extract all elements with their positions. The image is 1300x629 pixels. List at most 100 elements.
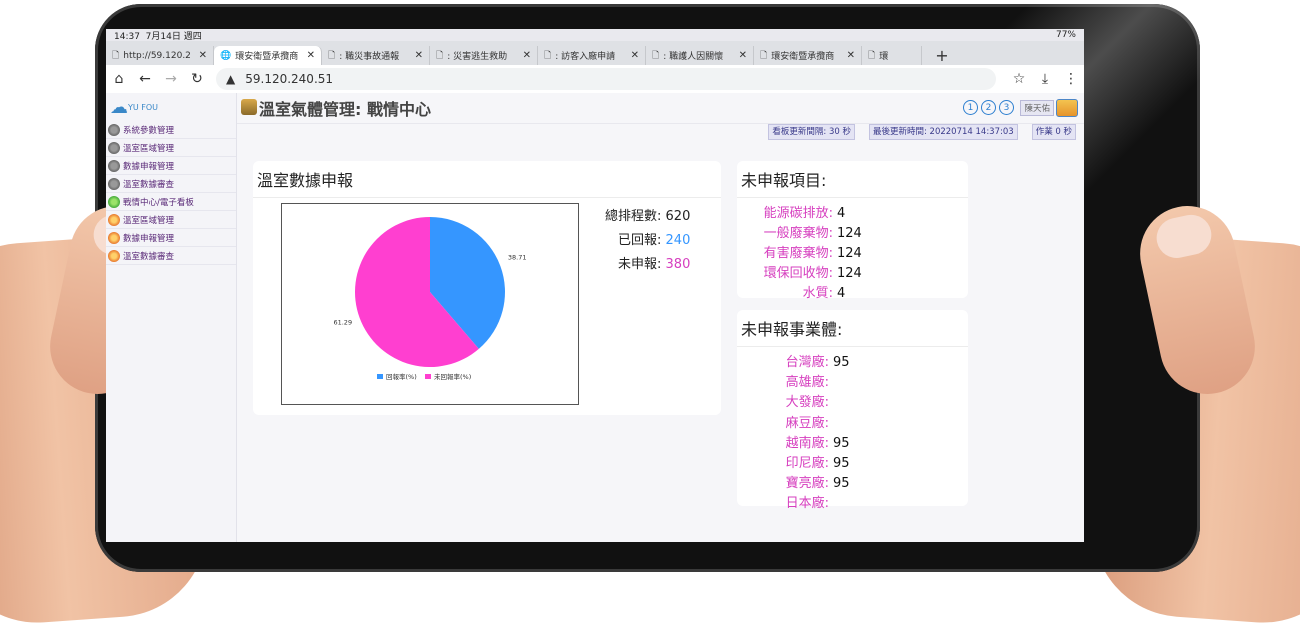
item-value: 4 — [837, 286, 846, 301]
sidebar-item-war-room[interactable]: 戰情中心/電子看板 — [106, 193, 236, 211]
item-label: 環保回收物: — [763, 266, 833, 281]
browser-tab[interactable]: 🗋 http://59.120.2 ✕ — [106, 46, 214, 65]
close-icon[interactable]: ✕ — [523, 50, 531, 61]
page-title: 溫室氣體管理: 戰情中心 — [259, 100, 431, 119]
item-label: 大發廠: — [785, 395, 829, 411]
item-value: 124 — [837, 266, 862, 281]
menu-kebab-icon[interactable]: ⋮ — [1058, 71, 1084, 87]
home-icon[interactable] — [1056, 99, 1078, 117]
user-area: 陳天佑 — [1020, 99, 1078, 117]
sidebar-item-greenhouse-area-2[interactable]: 溫室區域管理 — [106, 211, 236, 229]
page-icon: 🗋 — [112, 50, 120, 61]
browser-tab[interactable]: 🗋 環安衛暨承攬商 ✕ — [754, 46, 862, 65]
main-content: 溫室氣體管理: 戰情中心 1 2 3 陳天佑 看板更新間隔: 30 秒 最後更新… — [237, 93, 1084, 542]
battery-level: 77% — [1055, 30, 1076, 40]
item-label: 麻豆廠: — [785, 415, 829, 431]
list-item: 越南廠: 95 — [745, 434, 960, 454]
item-value: 124 — [837, 246, 862, 261]
pie-data-label: 61.29 — [333, 318, 352, 326]
orange-ball-icon — [108, 213, 120, 226]
close-icon[interactable]: ✕ — [199, 50, 207, 61]
url-field[interactable]: ▲ 59.120.240.51 — [216, 68, 996, 90]
new-tab-button[interactable]: + — [922, 46, 962, 65]
legend-label: 未回報率(%) — [434, 372, 471, 381]
legend-label: 回報率(%) — [386, 372, 417, 381]
globe-icon: 🌐 — [220, 50, 232, 61]
app-area: ☁ YU FOU 系統參數管理 溫室區域管理 數據申報管理 溫室數據審查 戰情中心… — [106, 93, 1084, 542]
sidebar-item-data-report-2[interactable]: 數據申報管理 — [106, 229, 236, 247]
item-label: 台灣廠: — [785, 355, 829, 370]
last-update-time: 最後更新時間: 20220714 14:37:03 — [868, 124, 1018, 140]
pie-data-label: 38.71 — [508, 254, 527, 262]
item-label: 水質: — [802, 286, 833, 301]
list-item: 寶亮廠: 95 — [745, 474, 960, 494]
warning-icon: ▲ — [226, 72, 236, 86]
bookmark-star-icon[interactable]: ☆ — [1006, 71, 1032, 87]
orange-ball-icon — [108, 231, 120, 244]
browser-tab[interactable]: 🗋 環 — [862, 46, 922, 65]
item-label: 一般廢棄物: — [763, 226, 833, 241]
item-value: 95 — [833, 456, 850, 472]
close-icon[interactable]: ✕ — [631, 50, 639, 61]
list-item: 日本廠: — [745, 494, 960, 514]
item-label: 印尼廠: — [785, 456, 829, 472]
home-button[interactable]: ⌂ — [106, 71, 132, 87]
item-value: 95 — [833, 355, 850, 370]
total-label: 總排程數: — [605, 209, 662, 224]
user-name[interactable]: 陳天佑 — [1020, 100, 1054, 116]
reload-button[interactable]: ↻ — [184, 71, 210, 87]
status-date: 7月14日 週四 — [145, 31, 202, 42]
close-icon[interactable]: ✕ — [847, 50, 855, 61]
unreported-label: 未申報: — [618, 257, 662, 272]
status-time: 14:37 — [114, 31, 140, 42]
item-value: 95 — [833, 435, 850, 451]
page-1-button[interactable]: 1 — [963, 100, 978, 115]
forward-button[interactable]: → — [158, 71, 184, 87]
company-logo: ☁ YU FOU — [110, 96, 159, 118]
item-label: 有害廢棄物: — [763, 246, 833, 261]
gear-icon — [108, 159, 120, 172]
page-2-button[interactable]: 2 — [981, 100, 996, 115]
back-button[interactable]: ← — [132, 71, 158, 87]
sidebar: ☁ YU FOU 系統參數管理 溫室區域管理 數據申報管理 溫室數據審查 戰情中心… — [106, 93, 237, 542]
browser-tab[interactable]: 🗋: 職災事故通報 ✕ — [322, 46, 430, 65]
browser-tab[interactable]: 🗋: 災害逃生救助 ✕ — [430, 46, 538, 65]
browser-tab-active[interactable]: 🌐 環安衛暨承攬商 ✕ — [214, 46, 322, 65]
list-item: 印尼廠: 95 — [745, 454, 960, 474]
legend-swatch — [377, 374, 383, 379]
sidebar-item-data-review[interactable]: 溫室數據審查 — [106, 175, 236, 193]
browser-tab[interactable]: 🗋: 職護人因關懷 ✕ — [646, 46, 754, 65]
total-value: 620 — [665, 209, 691, 224]
list-item: 能源碳排放: 4 — [745, 204, 960, 224]
item-label: 高雄廠: — [785, 375, 829, 391]
list-item: 一般廢棄物: 124 — [745, 224, 960, 244]
close-icon[interactable]: ✕ — [307, 50, 315, 61]
sidebar-item-system-params[interactable]: 系統參數管理 — [106, 121, 236, 139]
sidebar-item-data-report[interactable]: 數據申報管理 — [106, 157, 236, 175]
page-icon: 🗋 — [436, 50, 444, 61]
info-line: 看板更新間隔: 30 秒 最後更新時間: 20220714 14:37:03 作… — [237, 124, 1084, 140]
page-icon: 🗋 — [868, 50, 876, 61]
job-timer: 作業 0 秒 — [1031, 124, 1076, 140]
orange-ball-icon — [108, 249, 120, 262]
device-status-bar: 14:37 7月14日 週四 77% — [106, 29, 1084, 42]
legend-swatch — [425, 374, 431, 379]
unreported-entities-list: 台灣廠: 95 高雄廠: 大發廠: 麻豆廠: 越南廠: 95 印尼廠: 95 寶亮廠: 95 日本廠: — [737, 347, 968, 521]
list-item: 有害廢棄物: 124 — [745, 244, 960, 264]
sidebar-item-data-review-2[interactable]: 溫室數據審查 — [106, 247, 236, 265]
download-icon[interactable]: ⤓ — [1032, 71, 1058, 87]
refresh-interval: 看板更新間隔: 30 秒 — [768, 124, 855, 140]
browser-tab[interactable]: 🗋: 訪客入廠申請 ✕ — [538, 46, 646, 65]
close-icon[interactable]: ✕ — [739, 50, 747, 61]
pie-chart: 38.71 61.29 回報率(%) 未回報率(%) — [333, 217, 527, 381]
address-bar: ⌂ ← → ↻ ▲ 59.120.240.51 ☆ ⤓ ⋮ — [106, 65, 1084, 94]
page-3-button[interactable]: 3 — [999, 100, 1014, 115]
sidebar-item-greenhouse-area[interactable]: 溫室區域管理 — [106, 139, 236, 157]
close-icon[interactable]: ✕ — [415, 50, 423, 61]
unreported-entities-panel: 未申報事業體: 台灣廠: 95 高雄廠: 大發廠: 麻豆廠: 越南廠: 95 印尼廠: 95 寶亮… — [737, 310, 968, 511]
report-panel: 溫室數據申報 38.71 61.29 回報率(%) 未回報率(%) 總排程數: 620… — [253, 161, 721, 415]
item-value: 4 — [837, 206, 846, 221]
page-icon: 🗋 — [652, 50, 660, 61]
item-label: 寶亮廠: — [785, 476, 829, 492]
page-switcher: 1 2 3 — [963, 100, 1014, 115]
